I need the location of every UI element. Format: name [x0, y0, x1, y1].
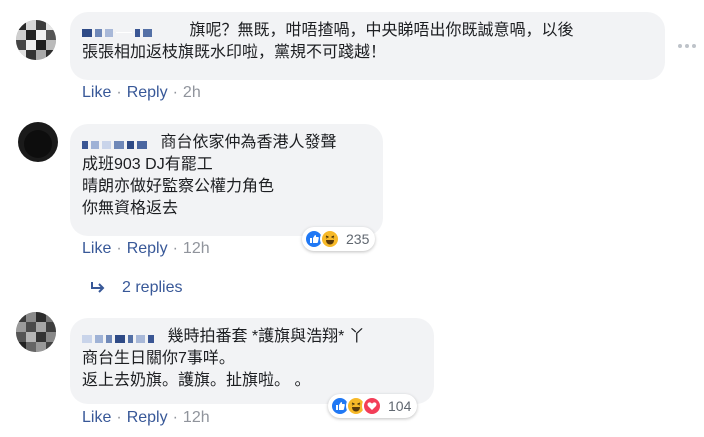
more-options-icon[interactable]: [678, 40, 700, 52]
replies-count[interactable]: 2 replies: [122, 279, 182, 297]
reply-button[interactable]: Reply: [127, 240, 168, 258]
reaction-summary[interactable]: 104: [328, 394, 418, 418]
commenter-name[interactable]: [82, 328, 157, 343]
comment-actions: Like · Reply · 12h: [82, 409, 210, 427]
timestamp[interactable]: 12h: [183, 409, 210, 427]
separator: ·: [172, 240, 178, 257]
haha-reaction-icon: [320, 229, 340, 249]
reply-arrow-icon: [91, 282, 105, 293]
like-button[interactable]: Like: [82, 240, 111, 258]
commenter-name[interactable]: [82, 134, 150, 149]
timestamp[interactable]: 2h: [183, 84, 201, 102]
like-button[interactable]: Like: [82, 409, 111, 427]
comment-text: 晴朗亦做好監察公權力角色: [82, 178, 275, 195]
comment-bubble: 幾時拍番套 *護旗與浩翔* 丫 商台生日關你7事咩。 返上去奶旗。護旗。扯旗啦。…: [70, 318, 434, 404]
comment-text: 旗呢？無既，咁唔揸喎，中央睇唔出你既誠意喎，以後: [189, 22, 574, 39]
comment-text: 張張相加返枝旗既水印啦，黨規不可踐越！: [82, 44, 387, 61]
like-button[interactable]: Like: [82, 84, 111, 102]
separator: ·: [116, 409, 122, 426]
separator: ·: [116, 240, 122, 257]
view-replies-link[interactable]: 2 replies: [90, 279, 182, 297]
comment-actions: Like · Reply · 12h: [82, 240, 210, 258]
reaction-summary[interactable]: 235: [302, 227, 376, 251]
avatar[interactable]: [16, 20, 56, 60]
separator: ·: [172, 409, 178, 426]
comment-text: 商台生日關你7事咩。: [82, 350, 235, 367]
commenter-name[interactable]: [82, 22, 155, 37]
reply-button[interactable]: Reply: [127, 409, 168, 427]
comment-text: 幾時拍番套 *護旗與浩翔* 丫: [167, 328, 365, 345]
reply-button[interactable]: Reply: [127, 84, 168, 102]
separator: ·: [116, 84, 122, 101]
reaction-count: 104: [388, 398, 412, 414]
comment-text: 商台依家仲為香港人發聲: [160, 134, 337, 151]
comment-text: 成班903 DJ有罷工: [82, 156, 213, 173]
separator: ·: [172, 84, 178, 101]
comment-bubble: 旗呢？無既，咁唔揸喎，中央睇唔出你既誠意喎，以後 張張相加返枝旗既水印啦，黨規不…: [70, 12, 665, 80]
comment-text: 你無資格返去: [82, 200, 179, 217]
love-reaction-icon: [362, 396, 382, 416]
avatar[interactable]: [16, 312, 56, 352]
avatar[interactable]: [18, 122, 58, 162]
comment-bubble: 商台依家仲為香港人發聲 成班903 DJ有罷工 晴朗亦做好監察公權力角色 你無資…: [70, 124, 383, 236]
timestamp[interactable]: 12h: [183, 240, 210, 258]
comment-actions: Like · Reply · 2h: [82, 84, 201, 102]
reaction-count: 235: [346, 231, 370, 247]
comment-text: 返上去奶旗。護旗。扯旗啦。 。: [82, 372, 311, 389]
